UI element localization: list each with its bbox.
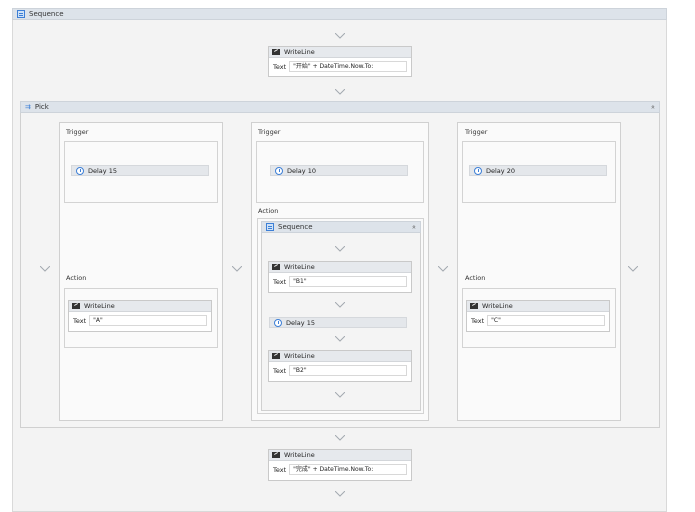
sequence-header[interactable]: Sequence <box>12 8 667 20</box>
writeline-header[interactable]: WriteLine <box>269 351 411 362</box>
drop-target-chevron-icon[interactable] <box>335 89 345 95</box>
collapse-chevron-icon[interactable]: » <box>410 225 418 229</box>
nested-sequence-header[interactable]: Sequence » <box>261 221 421 233</box>
text-expression-field[interactable]: "A" <box>89 315 207 326</box>
drop-target-chevron-icon[interactable] <box>335 246 345 252</box>
writeline-header[interactable]: WriteLine <box>269 47 411 58</box>
delay-label: Delay 10 <box>287 166 316 175</box>
drop-target-chevron-icon[interactable] <box>232 266 242 272</box>
action-label: Action <box>465 274 486 282</box>
trigger-label: Trigger <box>465 128 488 136</box>
text-expression-field[interactable]: "B2" <box>289 365 407 376</box>
writeline-title: WriteLine <box>284 48 315 56</box>
collapse-chevron-icon[interactable]: » <box>649 105 657 109</box>
writeline-icon <box>272 49 280 55</box>
writeline-title: WriteLine <box>284 263 315 271</box>
writeline-header[interactable]: WriteLine <box>269 450 411 461</box>
writeline-header[interactable]: WriteLine <box>269 262 411 273</box>
text-expression-field[interactable]: "C" <box>487 315 605 326</box>
drop-target-chevron-icon[interactable] <box>628 266 638 272</box>
drop-target-chevron-icon[interactable] <box>335 491 345 497</box>
text-label: Text <box>273 366 287 375</box>
nested-sequence-title: Sequence <box>278 223 313 231</box>
writeline-activity-b1[interactable]: WriteLine Text "B1" <box>268 261 412 293</box>
drop-target-chevron-icon[interactable] <box>335 302 345 308</box>
writeline-activity-c[interactable]: WriteLine Text "C" <box>466 300 610 332</box>
pick-icon: ⇉ <box>25 103 31 111</box>
drop-target-chevron-icon[interactable] <box>335 336 345 342</box>
trigger-label: Trigger <box>258 128 281 136</box>
writeline-title: WriteLine <box>84 302 115 310</box>
text-expression-field[interactable]: "开始" + DateTime.Now.To: <box>289 61 407 72</box>
text-label: Text <box>273 465 287 474</box>
text-label: Text <box>471 316 485 325</box>
delay-label: Delay 15 <box>286 318 315 327</box>
writeline-activity-a[interactable]: WriteLine Text "A" <box>68 300 212 332</box>
writeline-header[interactable]: WriteLine <box>69 301 211 312</box>
text-expression-field[interactable]: "B1" <box>289 276 407 287</box>
writeline-icon <box>72 303 80 309</box>
text-label: Text <box>273 277 287 286</box>
action-label: Action <box>258 207 279 215</box>
clock-icon <box>474 166 482 175</box>
writeline-icon <box>470 303 478 309</box>
drop-target-chevron-icon[interactable] <box>335 33 345 39</box>
delay-activity[interactable]: Delay 15 <box>269 317 407 328</box>
pick-header[interactable]: ⇉ Pick » <box>20 101 660 113</box>
drop-target-chevron-icon[interactable] <box>335 392 345 398</box>
clock-icon <box>275 166 283 175</box>
clock-icon <box>76 166 84 175</box>
action-label: Action <box>66 274 87 282</box>
pick-title: Pick <box>34 103 49 111</box>
writeline-title: WriteLine <box>284 451 315 459</box>
drop-target-chevron-icon[interactable] <box>40 266 50 272</box>
writeline-title: WriteLine <box>482 302 513 310</box>
trigger-label: Trigger <box>66 128 89 136</box>
writeline-header[interactable]: WriteLine <box>467 301 609 312</box>
writeline-icon <box>272 353 280 359</box>
text-label: Text <box>73 316 87 325</box>
writeline-activity-end[interactable]: WriteLine Text "完成" + DateTime.Now.To: <box>268 449 412 481</box>
drop-target-chevron-icon[interactable] <box>438 266 448 272</box>
writeline-title: WriteLine <box>284 352 315 360</box>
sequence-icon <box>17 10 25 18</box>
delay-label: Delay 15 <box>88 166 117 175</box>
delay-activity[interactable]: Delay 10 <box>270 165 408 176</box>
writeline-activity-start[interactable]: WriteLine Text "开始" + DateTime.Now.To: <box>268 46 412 77</box>
writeline-icon <box>272 264 280 270</box>
delay-label: Delay 20 <box>486 166 515 175</box>
writeline-activity-b2[interactable]: WriteLine Text "B2" <box>268 350 412 382</box>
text-expression-field[interactable]: "完成" + DateTime.Now.To: <box>289 464 407 475</box>
clock-icon <box>274 318 282 327</box>
sequence-title: Sequence <box>29 10 64 18</box>
delay-activity[interactable]: Delay 20 <box>469 165 607 176</box>
drop-target-chevron-icon[interactable] <box>335 435 345 441</box>
writeline-icon <box>272 452 280 458</box>
sequence-icon <box>266 223 274 231</box>
text-label: Text <box>273 62 287 71</box>
delay-activity[interactable]: Delay 15 <box>71 165 209 176</box>
